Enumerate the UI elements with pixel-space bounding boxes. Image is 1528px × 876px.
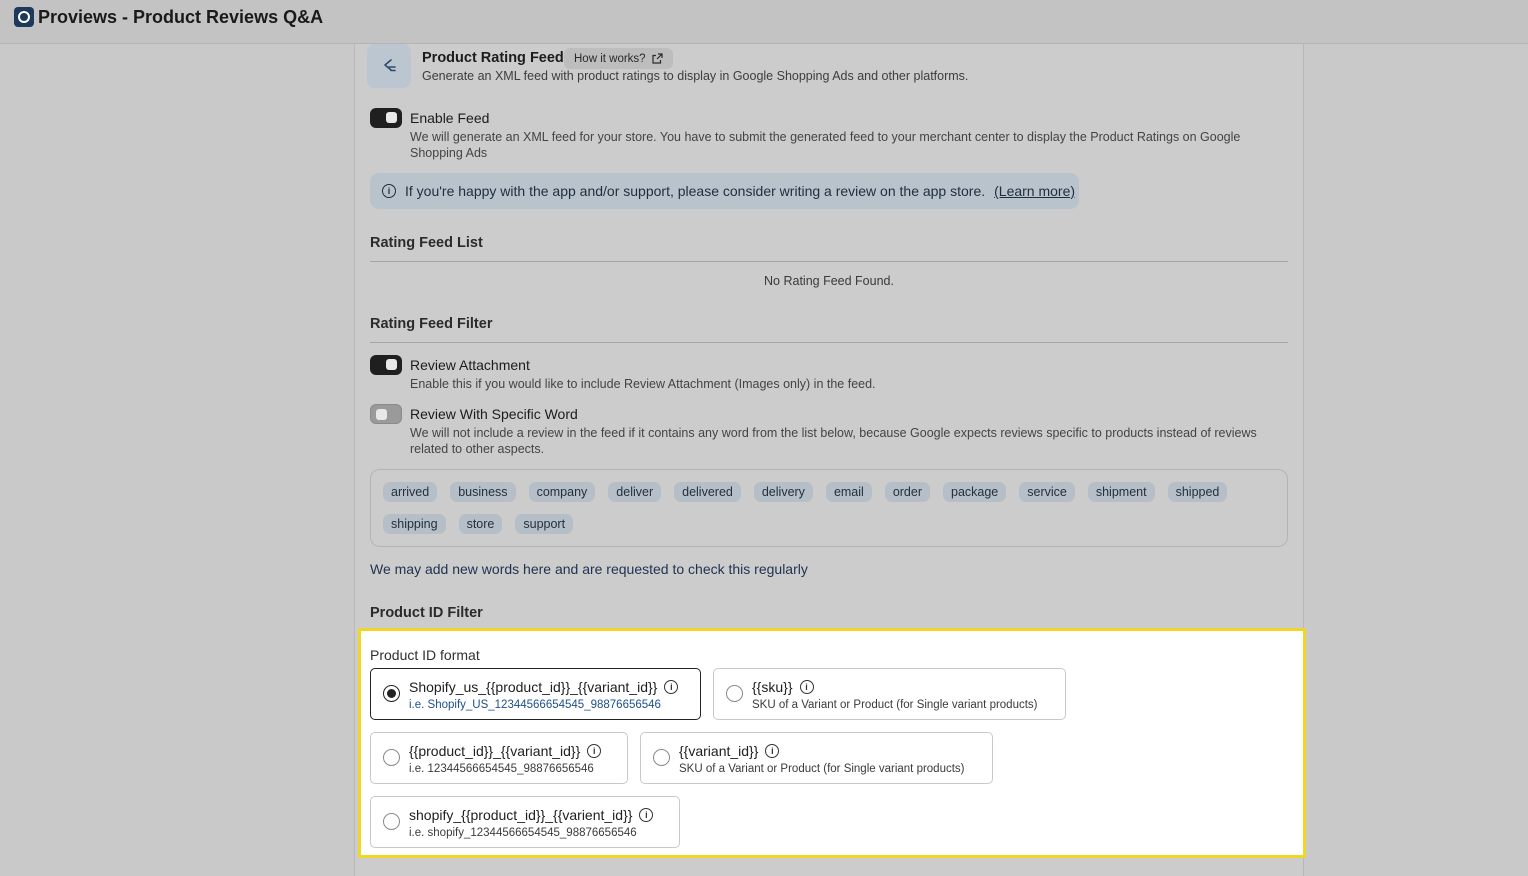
word-tag: company [528,482,596,502]
review-attachment-toggle[interactable] [370,355,402,375]
id-format-option-sku[interactable]: {{sku}} i SKU of a Variant or Product (f… [713,668,1066,720]
option-title: Shopify_us_{{product_id}}_{{variant_id}} [409,679,658,695]
how-it-works-label: How it works? [574,52,646,65]
word-tag: service [1019,482,1075,502]
product-id-format-section: Product ID format Shopify_us_{{product_i… [358,628,1306,858]
option-example: i.e. shopify_12344566654545_98876656546 [409,827,637,839]
word-tag: delivered [674,482,741,502]
radio-button[interactable] [653,749,670,766]
enable-feed-label: Enable Feed [410,110,490,126]
feed-title: Product Rating Feed [422,50,564,66]
enable-feed-description: We will generate an XML feed for your st… [410,130,1241,160]
external-link-icon [651,53,663,64]
word-tag: arrived [383,482,438,502]
word-tag: delivery [753,482,813,502]
learn-more-link[interactable]: (Learn more) [994,183,1075,199]
info-icon[interactable]: i [664,680,679,694]
option-example: i.e. Shopify_US_12344566654545_988766565… [409,699,661,711]
product-id-filter-title: Product ID Filter [370,605,483,621]
info-icon[interactable]: i [587,744,602,758]
word-tag: shipping [383,514,446,534]
word-tag: deliver [608,482,662,502]
divider [370,342,1288,343]
how-it-works-button[interactable]: How it works? [564,48,673,69]
option-title: shopify_{{product_id}}_{{varient_id}} [409,807,633,823]
rating-feed-filter-title: Rating Feed Filter [370,316,493,332]
option-title: {{sku}} [752,679,793,695]
rating-feed-icon [367,44,411,88]
app-header: Proviews - Product Reviews Q&A [0,0,1528,44]
radio-button[interactable] [383,813,400,830]
word-tag: shipment [1087,482,1155,502]
specific-word-label: Review With Specific Word [410,406,578,422]
word-tag: business [450,482,516,502]
id-format-option-shopify-us[interactable]: Shopify_us_{{product_id}}_{{variant_id}}… [370,668,701,720]
feed-description: Generate an XML feed with product rating… [422,69,969,83]
id-format-option-product-variant[interactable]: {{product_id}}_{{variant_id}} i i.e. 123… [370,732,628,784]
info-icon[interactable]: i [639,808,654,822]
info-icon: i [382,184,396,198]
words-note: We may add new words here and are reques… [370,561,808,577]
id-format-option-variant-id[interactable]: {{variant_id}} i SKU of a Variant or Pro… [640,732,993,784]
proviews-logo-icon [14,7,34,27]
specific-word-description: We will not include a review in the feed… [410,426,1257,456]
enable-feed-toggle[interactable] [370,108,402,128]
excluded-words-list: arrived business company deliver delivered de… [370,469,1288,547]
word-tag: package [943,482,1007,502]
empty-feed-text: No Rating Feed Found. [764,274,894,288]
option-example: SKU of a Variant or Product (for Single … [679,763,965,775]
option-example: i.e. 12344566654545_98876656546 [409,763,594,775]
option-title: {{variant_id}} [679,743,759,759]
app-title: Proviews - Product Reviews Q&A [38,7,324,27]
radio-button[interactable] [383,685,400,702]
info-icon[interactable]: i [799,680,814,694]
radio-button[interactable] [726,685,743,702]
option-title: {{product_id}}_{{variant_id}} [409,743,581,759]
rating-feed-list-title: Rating Feed List [370,235,483,251]
word-tag: email [825,482,872,502]
review-attachment-label: Review Attachment [410,357,530,373]
word-tag: store [458,514,503,534]
id-format-option-shopify-varient[interactable]: shopify_{{product_id}}_{{varient_id}} i … [370,796,680,848]
banner-text: If you're happy with the app and/or supp… [405,183,986,199]
review-attachment-description: Enable this if you would like to include… [410,377,876,391]
radio-button[interactable] [383,749,400,766]
info-icon[interactable]: i [765,744,780,758]
product-id-format-label: Product ID format [370,647,480,663]
word-tag: shipped [1167,482,1228,502]
specific-word-toggle[interactable] [370,404,402,424]
divider [370,261,1288,262]
option-example: SKU of a Variant or Product (for Single … [752,699,1038,711]
word-tag: order [884,482,930,502]
word-tag: support [515,514,574,534]
review-request-banner: i If you're happy with the app and/or su… [370,173,1079,209]
